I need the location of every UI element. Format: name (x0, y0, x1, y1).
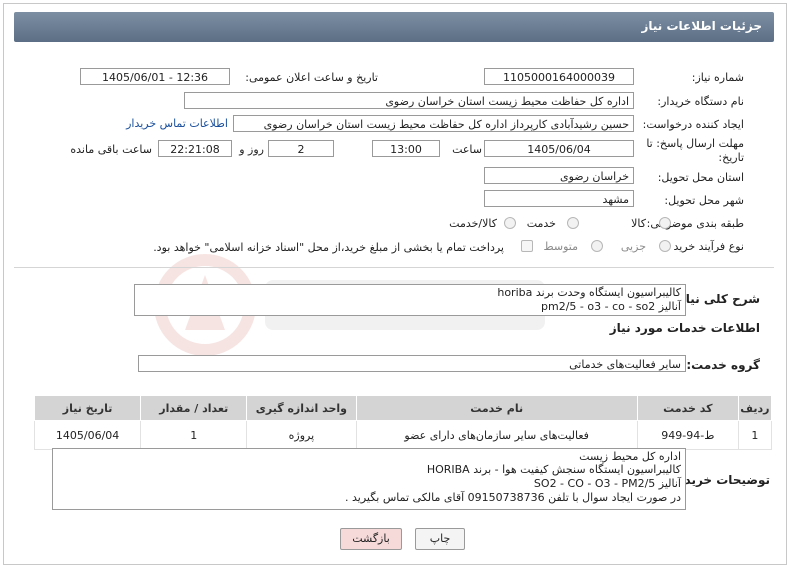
summary-label: شرح کلی نیاز: (674, 292, 760, 306)
city-label: شهر محل تحویل: (664, 194, 744, 207)
service-group-label: گروه خدمت: (686, 358, 760, 372)
col-quantity: تعداد / مقدار (140, 395, 248, 421)
purchase-radio-medium[interactable] (591, 240, 603, 252)
province-field: خراسان رضوی (484, 167, 634, 184)
print-button[interactable]: چاپ (415, 528, 465, 550)
cell-service-code: ط-94-949 (636, 420, 739, 450)
deadline-date-field: 1405/06/04 (484, 140, 634, 157)
need-number-field: 1105000164000039 (484, 68, 634, 85)
remaining-label: ساعت باقی مانده (70, 143, 152, 156)
col-service-code: کد خدمت (636, 395, 739, 421)
deadline-label-date: تاریخ: (718, 151, 744, 164)
remaining-time-field: 22:21:08 (158, 140, 232, 157)
page-title: جزئیات اطلاعات نیاز (641, 19, 762, 33)
col-need-date: تاریخ نیاز (33, 395, 142, 421)
contact-info-link[interactable]: اطلاعات تماس خریدار (126, 117, 228, 130)
col-service-name: نام خدمت (355, 395, 638, 421)
deadline-time-field: 13:00 (372, 140, 440, 157)
services-section-header: اطلاعات خدمات مورد نیاز (609, 321, 760, 335)
summary-line-2: آنالیز pm2/5 - o3 - co - so2 (541, 300, 681, 313)
buyer-note-line: در صورت ایجاد سوال با تلفن 09150738736 آ… (345, 491, 681, 504)
category-radio-goods[interactable] (659, 217, 671, 229)
summary-line-1: کالیبراسیون ایستگاه وحدت برند horiba (497, 286, 681, 299)
cell-need-date: 1405/06/04 (33, 420, 142, 450)
summary-box: کالیبراسیون ایستگاه وحدت برند horiba آنا… (134, 284, 686, 316)
payment-note: پرداخت تمام یا بخشی از مبلغ خرید،از محل … (153, 241, 504, 254)
cell-unit: پروژه (246, 420, 357, 450)
buyer-note-line: اداره کل محیط زیست (579, 450, 681, 463)
category-option-goods: کالا (631, 217, 646, 230)
service-group-field: سایر فعالیت‌های خدماتی (138, 355, 686, 372)
buyer-note-line: کالیبراسیون ایستگاه سنجش کیفیت هوا - برن… (426, 463, 681, 476)
days-field: 2 (268, 140, 334, 157)
city-field: مشهد (484, 190, 634, 207)
need-number-label: شماره نیاز: (691, 71, 744, 84)
cell-quantity: 1 (140, 420, 248, 450)
province-label: استان محل تحویل: (657, 171, 744, 184)
deadline-label: مهلت ارسال پاسخ: تا (646, 137, 744, 150)
purchase-radio-minor[interactable] (659, 240, 671, 252)
creator-label: ایجاد کننده درخواست: (642, 118, 744, 131)
purchase-option-minor: جزیی (620, 240, 646, 253)
services-table: ردیف کد خدمت نام خدمت واحد اندازه گیری ت… (33, 395, 773, 450)
purchase-option-medium: متوسط (543, 240, 578, 253)
announce-field: 1405/06/01 - 12:36 (80, 68, 230, 85)
buyer-org-label: نام دستگاه خریدار: (657, 95, 744, 108)
category-radio-goods-service[interactable] (504, 217, 516, 229)
title-bar: جزئیات اطلاعات نیاز (14, 12, 774, 42)
payment-checkbox[interactable] (521, 240, 533, 252)
announce-label: تاریخ و ساعت اعلان عمومی: (245, 71, 378, 84)
creator-field: حسین رشیدآبادی کارپرداز اداره کل حفاظت م… (233, 115, 634, 132)
table-header-row: ردیف کد خدمت نام خدمت واحد اندازه گیری ت… (33, 395, 773, 421)
buyer-notes-box: اداره کل محیط زیست کالیبراسیون ایستگاه س… (52, 448, 686, 510)
cell-row-number: 1 (737, 420, 773, 450)
section-divider (14, 267, 774, 268)
category-radio-service[interactable] (567, 217, 579, 229)
days-label: روز و (239, 143, 264, 156)
col-row-number: ردیف (737, 395, 773, 421)
buyer-note-line: آنالیز SO2 - CO - O3 - PM2/5 (533, 477, 681, 490)
category-option-service: خدمت (526, 217, 556, 230)
back-button[interactable]: بازگشت (340, 528, 402, 550)
col-unit: واحد اندازه گیری (246, 395, 357, 421)
purchase-label: نوع فرآیند خرید : (666, 240, 744, 253)
deadline-time-label: ساعت (452, 143, 482, 156)
category-option-goods-service: کالا/خدمت (449, 217, 497, 230)
buyer-org-field: اداره کل حفاظت محیط زیست استان خراسان رض… (184, 92, 634, 109)
cell-service-name: فعالیت‌های سایر سازمان‌های دارای عضو (355, 420, 638, 450)
table-row: 1 ط-94-949 فعالیت‌های سایر سازمان‌های دا… (33, 420, 773, 450)
